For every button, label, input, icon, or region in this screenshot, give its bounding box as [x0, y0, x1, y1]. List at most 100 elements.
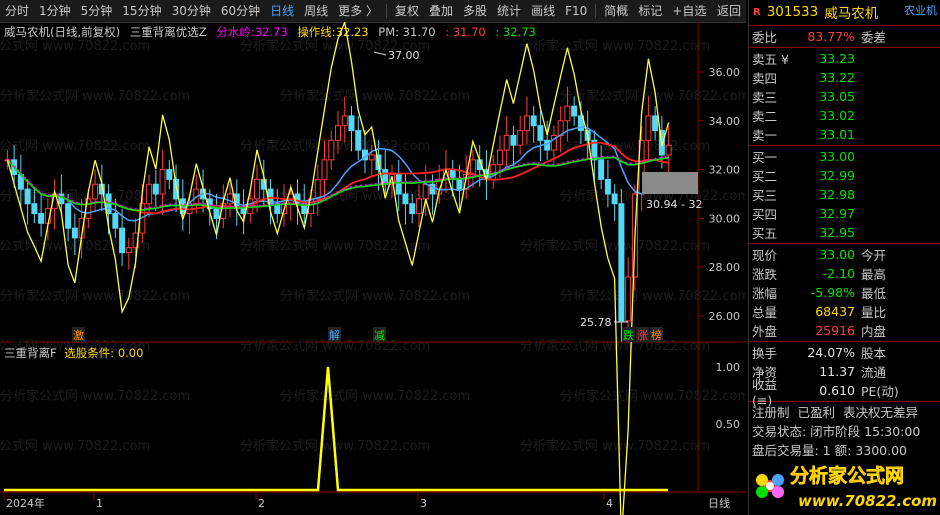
signal-label: 涨	[637, 329, 648, 342]
candle-body	[65, 203, 72, 229]
bid-row: 买四 32.97	[752, 206, 855, 222]
candle-body	[503, 134, 510, 151]
y-axis-label: 36.00	[709, 66, 741, 79]
toolbar-item[interactable]: 画线	[526, 0, 560, 22]
y-axis-label: 32.00	[709, 164, 741, 177]
candle-body	[564, 105, 571, 122]
candle-body	[71, 227, 78, 239]
toolbar-item[interactable]: 5分钟	[76, 0, 118, 22]
candle-body	[119, 227, 126, 254]
bid-row: 买二 32.99	[752, 168, 855, 184]
watermark: 分析家公式网 www.70822.com	[520, 338, 710, 354]
watermark: 分析家公式网 www.70822.com	[520, 238, 710, 254]
candle-body	[665, 144, 672, 156]
x-axis-label: 4	[606, 497, 613, 510]
toolbar-item[interactable]: 多股	[458, 0, 492, 22]
toolbar-item[interactable]: 周线	[299, 0, 333, 22]
ask-row: 卖四 33.22	[752, 70, 855, 86]
selection-signal-line	[4, 366, 668, 492]
signal-label: 减	[374, 329, 385, 342]
stat-row: 外盘 25916 内盘	[752, 323, 887, 339]
y-axis-label: 28.00	[709, 261, 741, 274]
watermark: 分析家公式网 www.70822.com	[240, 238, 430, 254]
toolbar-item[interactable]: +自选	[667, 0, 711, 22]
candle-body	[409, 203, 416, 215]
watermark: 分析家公式网 www.70822.com	[0, 38, 150, 54]
cond-label: 选股条件:	[64, 346, 115, 360]
candle-body	[314, 178, 321, 200]
sector-tag[interactable]: 农业机	[904, 2, 937, 18]
candle-body	[125, 247, 132, 254]
candle-body	[213, 208, 220, 219]
toolbar-item[interactable]: 60分钟	[216, 0, 265, 22]
site-logo: 分析家公式网 www.70822.com	[756, 464, 937, 510]
toolbar-item[interactable]: 15分钟	[117, 0, 166, 22]
candle-body	[571, 105, 578, 117]
ask-row: 卖二 33.02	[752, 108, 855, 124]
candle-body	[31, 203, 38, 215]
candle-body	[328, 139, 335, 161]
toolbar-item[interactable]: 复权	[390, 0, 424, 22]
cond-value: 0.00	[117, 346, 144, 360]
stat-row: 换手 24.07% 股本	[752, 345, 887, 361]
watermark: 分析家公式网 www.70822.com	[280, 88, 470, 104]
candle-body	[598, 159, 605, 180]
watermark: 分析家公式网 www.70822.com	[0, 138, 150, 154]
x-axis-label: 1	[96, 497, 103, 510]
watermark: 分析家公式网 www.70822.com	[520, 438, 710, 454]
range-label: 30.94 - 32	[646, 198, 702, 211]
candle-body	[24, 188, 31, 205]
candle-body	[348, 115, 355, 132]
range-box	[642, 172, 698, 194]
high-label: 37.00	[388, 49, 420, 62]
candle-body	[523, 115, 530, 132]
watermark: 分析家公式网 www.70822.com	[520, 38, 710, 54]
toolbar-item[interactable]: 更多 〉	[333, 0, 383, 22]
toolbar-item[interactable]: 统计	[492, 0, 526, 22]
watermark: 分析家公式网 www.70822.com	[0, 388, 190, 404]
toolbar-item[interactable]: 日线	[265, 0, 299, 22]
candle-body	[652, 115, 659, 132]
candle-body	[254, 178, 261, 200]
toolbar-item[interactable]: 1分钟	[34, 0, 76, 22]
candle-body	[469, 159, 476, 175]
sub-y-axis-label: 1.00	[716, 361, 741, 374]
watermark: 分析家公式网 www.70822.com	[0, 88, 190, 104]
candle-body	[395, 173, 402, 195]
toolbar-item[interactable]: 分时	[0, 0, 34, 22]
candle-body	[146, 183, 153, 205]
watermark: 分析家公式网 www.70822.com	[0, 438, 150, 454]
toolbar-item[interactable]: 标记	[633, 0, 667, 22]
candle-body	[618, 203, 625, 322]
candle-body	[625, 276, 632, 322]
stat-row: 涨幅 -5.98% 最低	[752, 285, 887, 301]
candle-body	[510, 134, 517, 146]
x-axis-label: 2	[258, 497, 265, 510]
bid-row: 买五 32.95	[752, 225, 855, 241]
toolbar-item[interactable]: 30分钟	[167, 0, 216, 22]
x-axis-label: 3	[420, 497, 427, 510]
r-badge: R	[753, 6, 761, 18]
watermark: 分析家公式网 www.70822.com	[280, 388, 470, 404]
toolbar-item[interactable]: 叠加	[424, 0, 458, 22]
logo-url: www.70822.com	[798, 492, 937, 510]
candle-body	[415, 198, 422, 215]
toolbar-item[interactable]: F10	[560, 0, 592, 22]
y-axis-label: 30.00	[709, 212, 741, 225]
logo-flower-icon	[756, 474, 784, 498]
watermark: 分析家公式网 www.70822.com	[560, 88, 746, 104]
candle-body	[159, 169, 166, 195]
toolbar-item[interactable]: 简概	[599, 0, 633, 22]
return-button[interactable]: 返回	[712, 0, 746, 22]
candle-body	[611, 193, 618, 205]
candle-body	[341, 115, 348, 127]
tags-row: 注册制 已盈利 表决权无差异	[752, 405, 919, 420]
candle-body	[112, 213, 119, 229]
candle-body	[368, 154, 375, 161]
candle-body	[335, 125, 341, 141]
watermark: 分析家公式网 www.70822.com	[560, 288, 746, 304]
candle-body	[456, 178, 463, 190]
candle-body	[152, 183, 159, 195]
candlestick-chart[interactable]: 36.0034.0032.0030.0028.0026.001.000.50分析…	[0, 22, 746, 515]
x-axis-label: 2024年	[6, 496, 45, 510]
